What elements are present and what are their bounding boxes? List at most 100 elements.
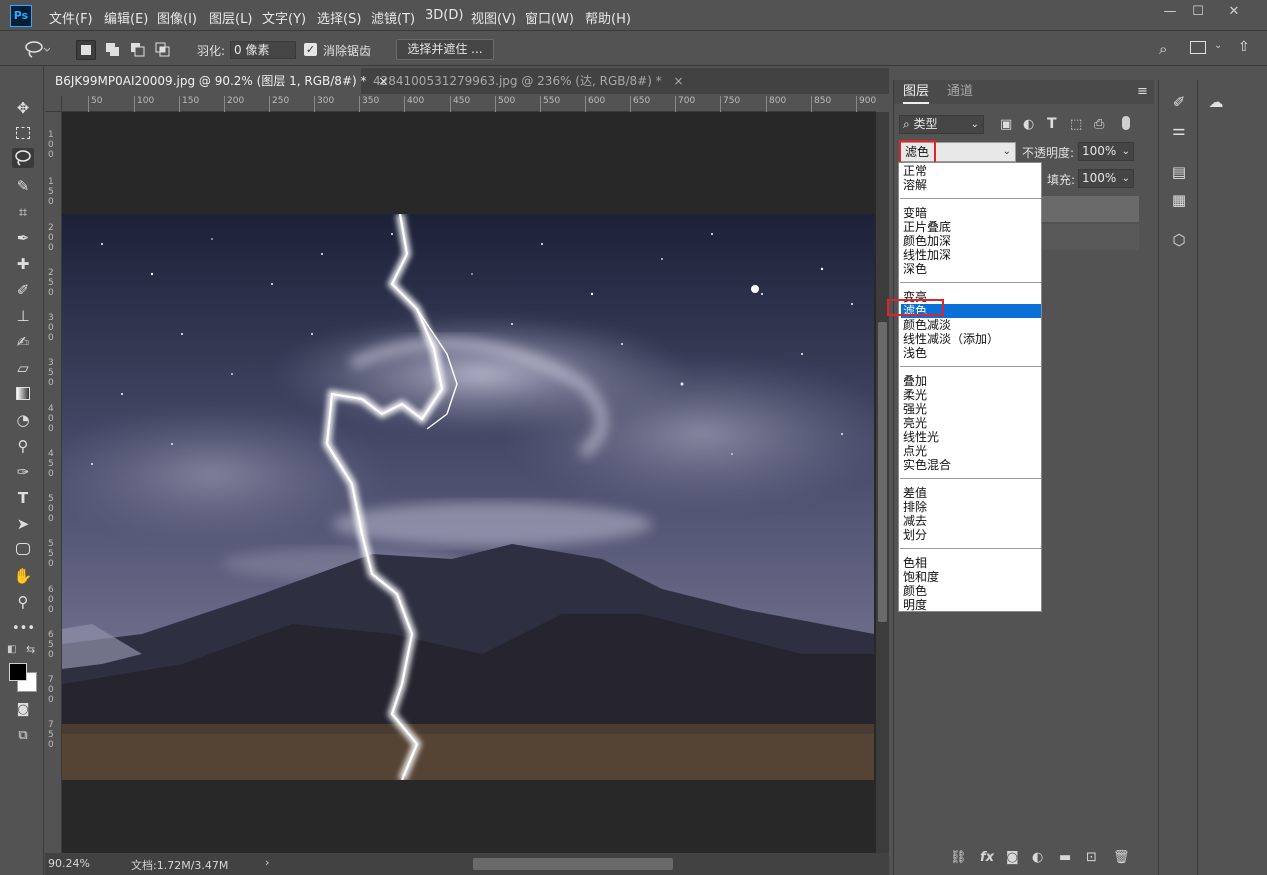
- blend-option-color-burn[interactable]: 颜色加深: [901, 234, 1041, 248]
- notes-icon[interactable]: ▦: [1169, 190, 1189, 210]
- zoom-level[interactable]: 90.24%: [48, 857, 90, 870]
- chevron-down-icon[interactable]: ⌄: [1214, 40, 1222, 51]
- new-group-folder-icon[interactable]: ▬: [1059, 850, 1071, 865]
- blend-option-hue[interactable]: 色相: [901, 556, 1041, 570]
- foreground-color-swatch[interactable]: [9, 663, 27, 681]
- hand-tool-icon[interactable]: ✋: [12, 566, 34, 586]
- tab-document-2[interactable]: 4284100531279963.jpg @ 236% (达, RGB/8#) …: [363, 68, 694, 94]
- default-colors-icon[interactable]: ◧: [7, 644, 16, 655]
- marquee-tool-icon[interactable]: [12, 124, 34, 144]
- fill-input[interactable]: 100% ⌄: [1078, 169, 1134, 188]
- filter-toggle-icon[interactable]: [1122, 116, 1130, 130]
- tab-channels[interactable]: 通道: [947, 80, 973, 104]
- shape-tool-icon[interactable]: [12, 540, 34, 560]
- menu-edit[interactable]: 编辑(E): [104, 8, 148, 27]
- move-tool-icon[interactable]: ✥: [12, 98, 34, 118]
- blend-option-normal[interactable]: 正常: [901, 164, 1041, 178]
- layer-row[interactable]: [1042, 224, 1139, 250]
- properties-sliders-icon[interactable]: ⚌: [1169, 120, 1189, 140]
- lasso-tool-preset-icon[interactable]: [22, 39, 51, 59]
- blend-option-luminosity[interactable]: 明度: [901, 598, 1041, 612]
- new-layer-icon[interactable]: ⊡: [1086, 850, 1097, 865]
- search-icon[interactable]: ⌕: [1159, 40, 1167, 58]
- share-icon[interactable]: ⇧: [1238, 39, 1250, 55]
- filter-shape-layer-icon[interactable]: ⬚: [1070, 117, 1082, 132]
- blend-option-exclusion[interactable]: 排除: [901, 500, 1041, 514]
- workspace-icon[interactable]: [1190, 41, 1206, 54]
- layer-row-selected[interactable]: [1042, 196, 1139, 222]
- blend-option-hard-mix[interactable]: 实色混合: [901, 458, 1041, 472]
- menu-file[interactable]: 文件(F): [49, 8, 93, 27]
- opacity-input[interactable]: 100% ⌄: [1078, 142, 1134, 161]
- status-menu-arrow-icon[interactable]: ›: [265, 856, 269, 869]
- libraries-icon[interactable]: ▤: [1169, 162, 1189, 182]
- add-selection-icon[interactable]: [103, 40, 123, 60]
- menu-help[interactable]: 帮助(H): [585, 8, 631, 27]
- 3d-cube-icon[interactable]: ⬡: [1169, 230, 1189, 250]
- gradient-tool-icon[interactable]: [12, 384, 34, 404]
- menu-layer[interactable]: 图层(L): [209, 8, 252, 27]
- select-and-mask-button[interactable]: 选择并遮住 ...: [396, 39, 494, 60]
- menu-image[interactable]: 图像(I): [157, 8, 197, 27]
- blend-option-linear-light[interactable]: 线性光: [901, 430, 1041, 444]
- blend-option-dissolve[interactable]: 溶解: [901, 178, 1041, 192]
- feather-input[interactable]: 0 像素: [230, 41, 296, 59]
- menu-window[interactable]: 窗口(W): [525, 8, 574, 27]
- swap-colors-icon[interactable]: ⇆: [26, 643, 35, 656]
- intersect-selection-icon[interactable]: [153, 40, 173, 60]
- add-mask-icon[interactable]: ◙: [1006, 850, 1019, 865]
- blend-option-color[interactable]: 颜色: [901, 584, 1041, 598]
- blend-option-vivid-light[interactable]: 亮光: [901, 416, 1041, 430]
- pen-tool-icon[interactable]: ✑: [12, 462, 34, 482]
- subtract-selection-icon[interactable]: [128, 40, 148, 60]
- layer-filter-select[interactable]: ⌕ 类型 ⌄: [899, 115, 984, 134]
- fx-icon[interactable]: fx: [980, 850, 994, 865]
- blend-option-difference[interactable]: 差值: [901, 486, 1041, 500]
- tab-layers[interactable]: 图层: [903, 80, 930, 104]
- horizontal-scrollbar-thumb[interactable]: [473, 858, 673, 870]
- minimize-button[interactable]: —: [1158, 3, 1182, 21]
- antialias-checkbox[interactable]: ✓: [304, 43, 317, 56]
- link-layers-icon[interactable]: ⛓: [950, 850, 967, 865]
- blend-option-darken[interactable]: 变暗: [901, 206, 1041, 220]
- menu-3d[interactable]: 3D(D): [425, 8, 463, 23]
- eyedropper-tool-icon[interactable]: ✒: [12, 228, 34, 248]
- quick-selection-tool-icon[interactable]: ✎: [12, 176, 34, 196]
- brush-tool-icon[interactable]: ✐: [12, 280, 34, 300]
- new-selection-icon[interactable]: [76, 40, 96, 60]
- vertical-scrollbar[interactable]: [876, 112, 889, 854]
- menu-select[interactable]: 选择(S): [317, 8, 361, 27]
- close-window-button[interactable]: ✕: [1222, 3, 1246, 21]
- blend-option-soft-light[interactable]: 柔光: [901, 388, 1041, 402]
- healing-brush-tool-icon[interactable]: ✚: [12, 254, 34, 274]
- blend-option-pin-light[interactable]: 点光: [901, 444, 1041, 458]
- blend-option-overlay[interactable]: 叠加: [901, 374, 1041, 388]
- filter-smart-object-icon[interactable]: ⎙: [1094, 117, 1104, 132]
- blend-option-color-dodge[interactable]: 颜色减淡: [901, 318, 1041, 332]
- close-tab-icon[interactable]: ×: [674, 74, 684, 88]
- blend-option-saturation[interactable]: 饱和度: [901, 570, 1041, 584]
- blend-option-lighter-color[interactable]: 浅色: [901, 346, 1041, 360]
- history-brush-tool-icon[interactable]: ✍: [12, 332, 34, 352]
- scrollbar-thumb[interactable]: [878, 322, 887, 622]
- quick-mask-icon[interactable]: ◙: [12, 700, 34, 720]
- tab-document-1[interactable]: B6JK99MP0AI20009.jpg @ 90.2% (图层 1, RGB/…: [45, 68, 388, 94]
- brush-settings-icon[interactable]: ✐: [1169, 92, 1189, 112]
- zoom-tool-icon[interactable]: ⚲: [12, 592, 34, 612]
- dodge-tool-icon[interactable]: ⚲: [12, 436, 34, 456]
- blend-option-linear-dodge[interactable]: 线性减淡（添加）: [901, 332, 1041, 346]
- screen-mode-icon[interactable]: ⧉: [12, 726, 34, 746]
- panel-menu-icon[interactable]: ≡: [1137, 84, 1148, 99]
- lasso-tool-icon[interactable]: [12, 148, 34, 168]
- adjustment-layer-icon[interactable]: ◐: [1032, 850, 1043, 865]
- more-tools-icon[interactable]: •••: [12, 619, 35, 639]
- blend-option-multiply[interactable]: 正片叠底: [901, 220, 1041, 234]
- clone-stamp-tool-icon[interactable]: ⊥: [12, 306, 34, 326]
- crop-tool-icon[interactable]: ⌗: [12, 202, 34, 222]
- blend-option-hard-light[interactable]: 强光: [901, 402, 1041, 416]
- delete-layer-trash-icon[interactable]: 🗑: [1113, 850, 1130, 865]
- menu-filter[interactable]: 滤镜(T): [371, 8, 415, 27]
- filter-type-layer-icon[interactable]: T: [1047, 116, 1057, 132]
- type-tool-icon[interactable]: T: [12, 488, 34, 508]
- eraser-tool-icon[interactable]: ▱: [12, 358, 34, 378]
